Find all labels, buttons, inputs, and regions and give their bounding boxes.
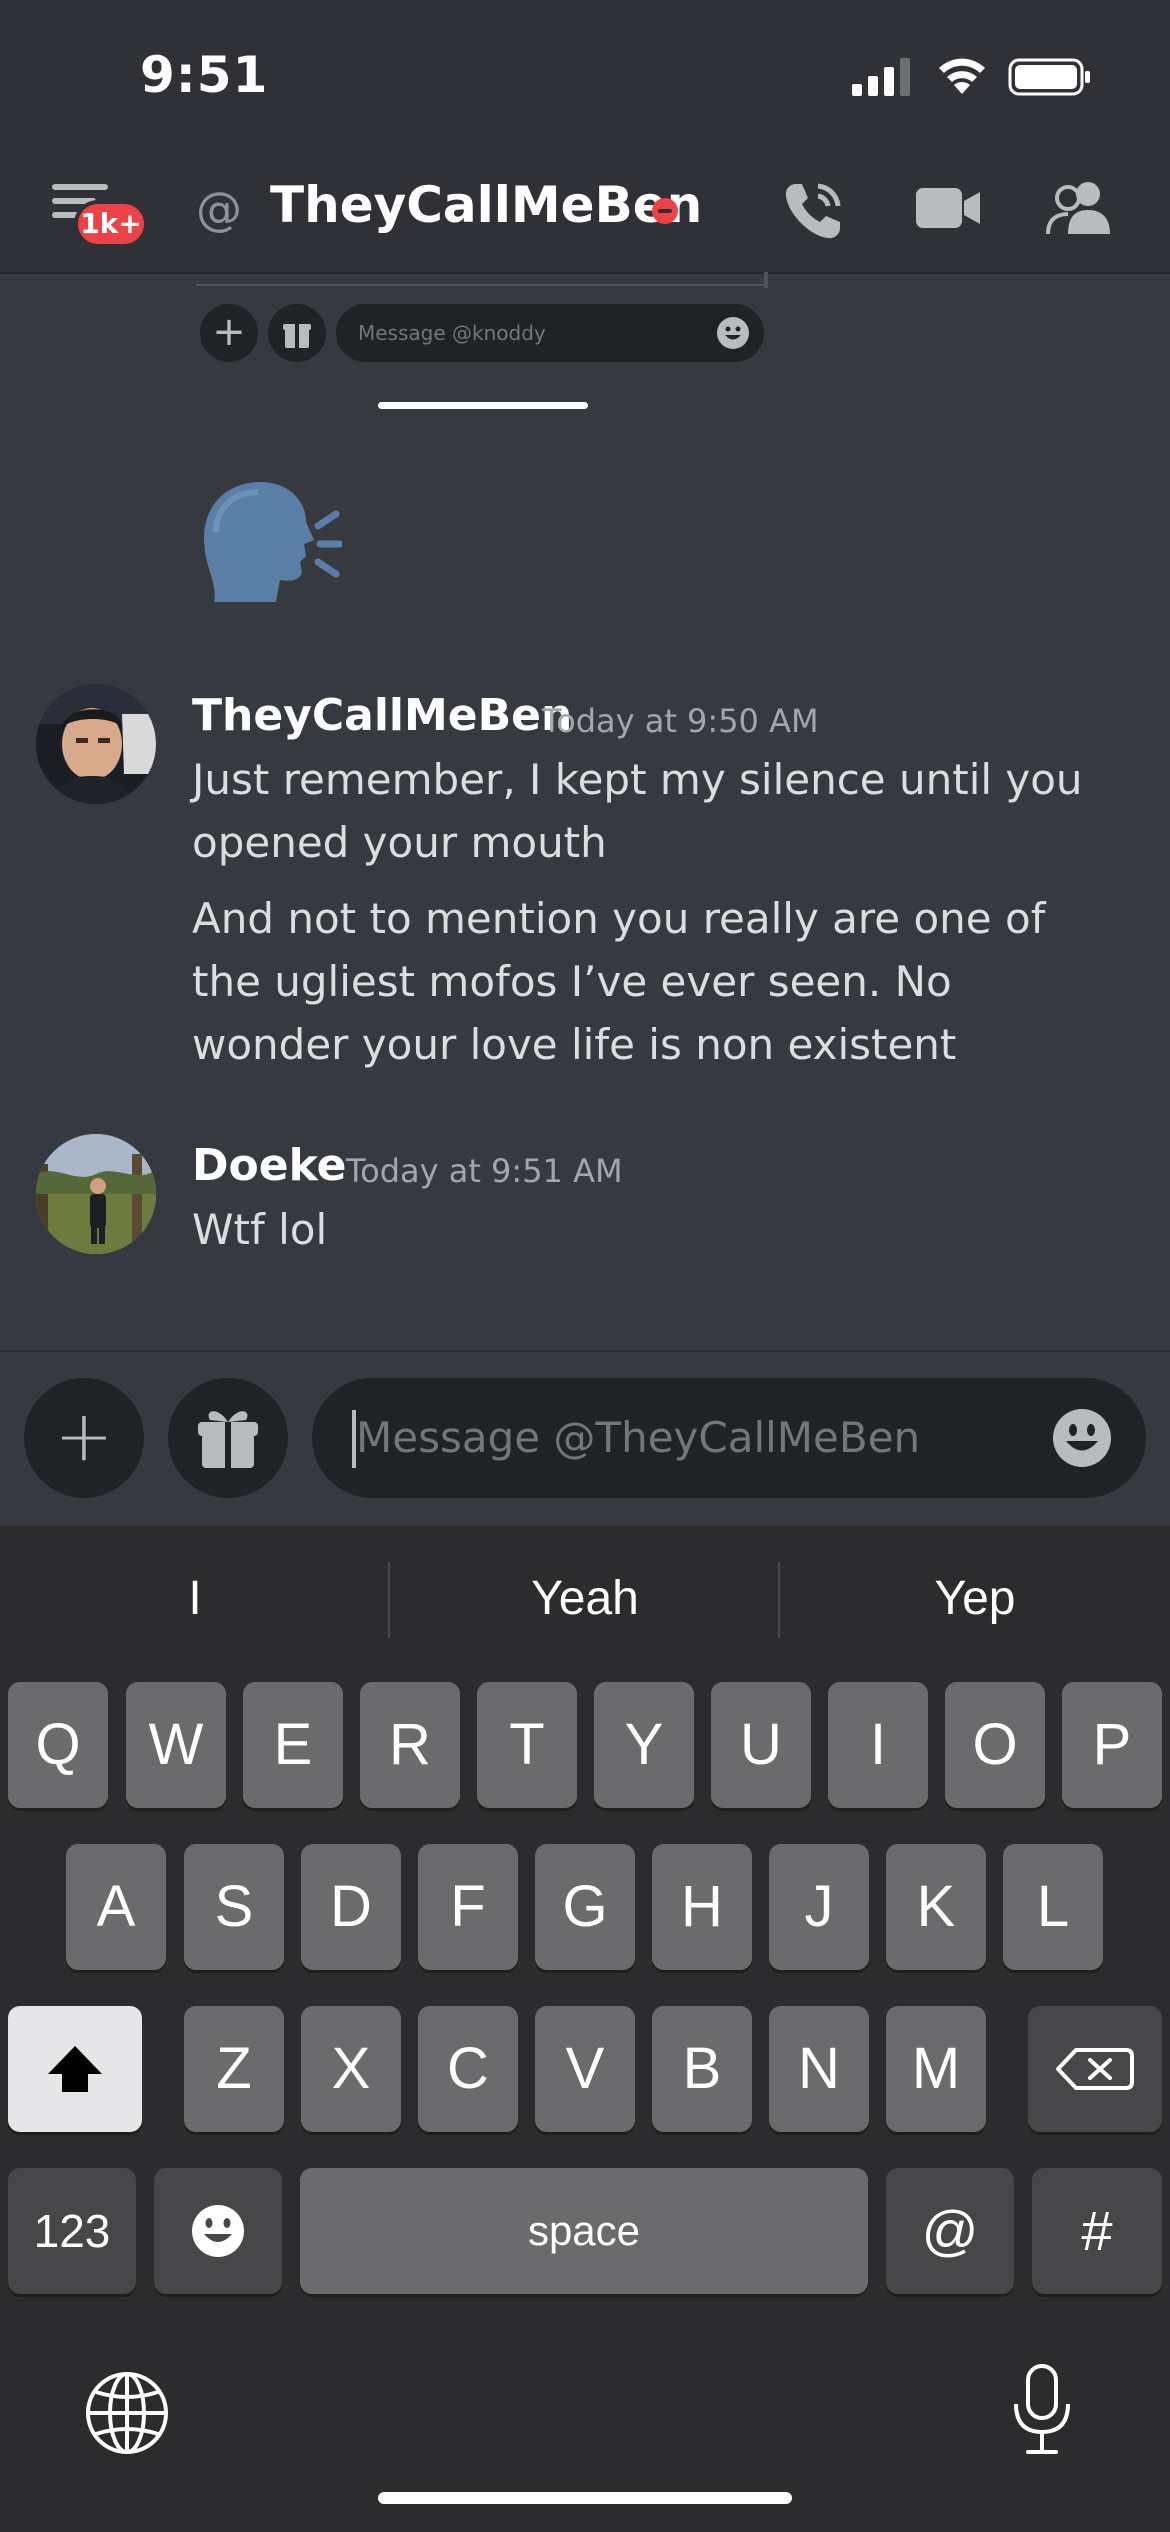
phone-call-icon[interactable]	[782, 180, 844, 242]
key-a[interactable]: A	[66, 1844, 166, 1970]
video-camera-icon[interactable]	[916, 186, 982, 230]
avatar[interactable]	[36, 684, 156, 804]
key-d[interactable]: D	[301, 1844, 401, 1970]
message-text: And not to mention you really are one of…	[192, 894, 1046, 1069]
avatar[interactable]	[36, 1134, 156, 1254]
key-v[interactable]: V	[535, 2006, 635, 2132]
key-o[interactable]: O	[945, 1682, 1045, 1808]
speaking-head-emoji	[204, 482, 342, 602]
at-icon: @	[196, 182, 242, 236]
shift-key[interactable]	[8, 2006, 142, 2132]
composer-divider	[0, 1350, 1170, 1352]
shift-arrow-icon	[48, 2046, 102, 2092]
suggestion-2[interactable]: Yeah	[390, 1544, 780, 1654]
key-r[interactable]: R	[360, 1682, 460, 1808]
key-x[interactable]: X	[301, 2006, 401, 2132]
numbers-key[interactable]: 123	[8, 2168, 136, 2294]
embedded-screenshot-edge	[196, 272, 764, 286]
message-input[interactable]: Message @TheyCallMeBen	[312, 1378, 1146, 1498]
message-author[interactable]: TheyCallMeBen	[192, 690, 572, 741]
top-bar: 9:51 1k+ @ TheyCallMeBen	[0, 0, 1170, 272]
message-timestamp: Today at 9:51 AM	[346, 1152, 623, 1190]
gift-icon	[198, 1411, 258, 1468]
message-input-placeholder: Message @TheyCallMeBen	[356, 1413, 921, 1462]
globe-icon[interactable]	[84, 2370, 170, 2456]
dnd-status-icon	[652, 198, 678, 224]
key-p[interactable]: P	[1062, 1682, 1162, 1808]
add-attachment-button[interactable]: +	[24, 1378, 144, 1498]
wifi-icon	[939, 58, 985, 94]
microphone-icon[interactable]	[1010, 2364, 1074, 2458]
notification-badge: 1k+	[74, 200, 148, 248]
key-y[interactable]: Y	[594, 1682, 694, 1808]
key-n[interactable]: N	[769, 2006, 869, 2132]
suggestion-1[interactable]: I	[0, 1544, 390, 1654]
key-e[interactable]: E	[243, 1682, 343, 1808]
key-k[interactable]: K	[886, 1844, 986, 1970]
key-j[interactable]: J	[769, 1844, 869, 1970]
backspace-icon	[1056, 2048, 1134, 2090]
embedded-home-indicator	[378, 402, 588, 409]
key-t[interactable]: T	[477, 1682, 577, 1808]
emoji-icon	[192, 2205, 244, 2257]
key-l[interactable]: L	[1003, 1844, 1103, 1970]
embedded-message-input: Message @knoddy	[336, 304, 764, 362]
key-b[interactable]: B	[652, 2006, 752, 2132]
user-avatar-image	[36, 1134, 156, 1254]
suggestion-3[interactable]: Yep	[780, 1544, 1170, 1654]
message-text: Just remember, I kept my silence until y…	[192, 755, 1083, 867]
emoji-picker-icon[interactable]	[1052, 1408, 1112, 1468]
message-text: Wtf lol	[192, 1205, 328, 1254]
key-h[interactable]: H	[652, 1844, 752, 1970]
embedded-gift-icon	[268, 304, 326, 362]
space-key[interactable]: space	[300, 2168, 868, 2294]
user-avatar-image	[36, 684, 156, 804]
at-key[interactable]: @	[886, 2168, 1014, 2294]
key-m[interactable]: M	[886, 2006, 986, 2132]
key-f[interactable]: F	[418, 1844, 518, 1970]
emoji-key[interactable]	[154, 2168, 282, 2294]
key-i[interactable]: I	[828, 1682, 928, 1808]
embedded-emoji-icon	[717, 317, 749, 349]
hash-key[interactable]: #	[1032, 2168, 1162, 2294]
cellular-signal-icon	[852, 58, 910, 96]
embedded-plus-button: +	[200, 304, 258, 362]
embedded-screenshot-tick	[764, 272, 768, 288]
key-q[interactable]: Q	[8, 1682, 108, 1808]
key-c[interactable]: C	[418, 2006, 518, 2132]
members-icon[interactable]	[1046, 180, 1112, 236]
message-timestamp: Today at 9:50 AM	[542, 702, 819, 740]
battery-icon	[1008, 58, 1090, 96]
dm-title[interactable]: TheyCallMeBen	[270, 176, 702, 234]
key-s[interactable]: S	[184, 1844, 284, 1970]
message-author[interactable]: Doeke	[192, 1140, 347, 1191]
gift-button[interactable]	[168, 1378, 288, 1498]
key-w[interactable]: W	[126, 1682, 226, 1808]
status-time: 9:51	[140, 46, 269, 104]
key-z[interactable]: Z	[184, 2006, 284, 2132]
delete-key[interactable]	[1028, 2006, 1162, 2132]
home-indicator[interactable]	[378, 2492, 792, 2504]
key-u[interactable]: U	[711, 1682, 811, 1808]
key-g[interactable]: G	[535, 1844, 635, 1970]
